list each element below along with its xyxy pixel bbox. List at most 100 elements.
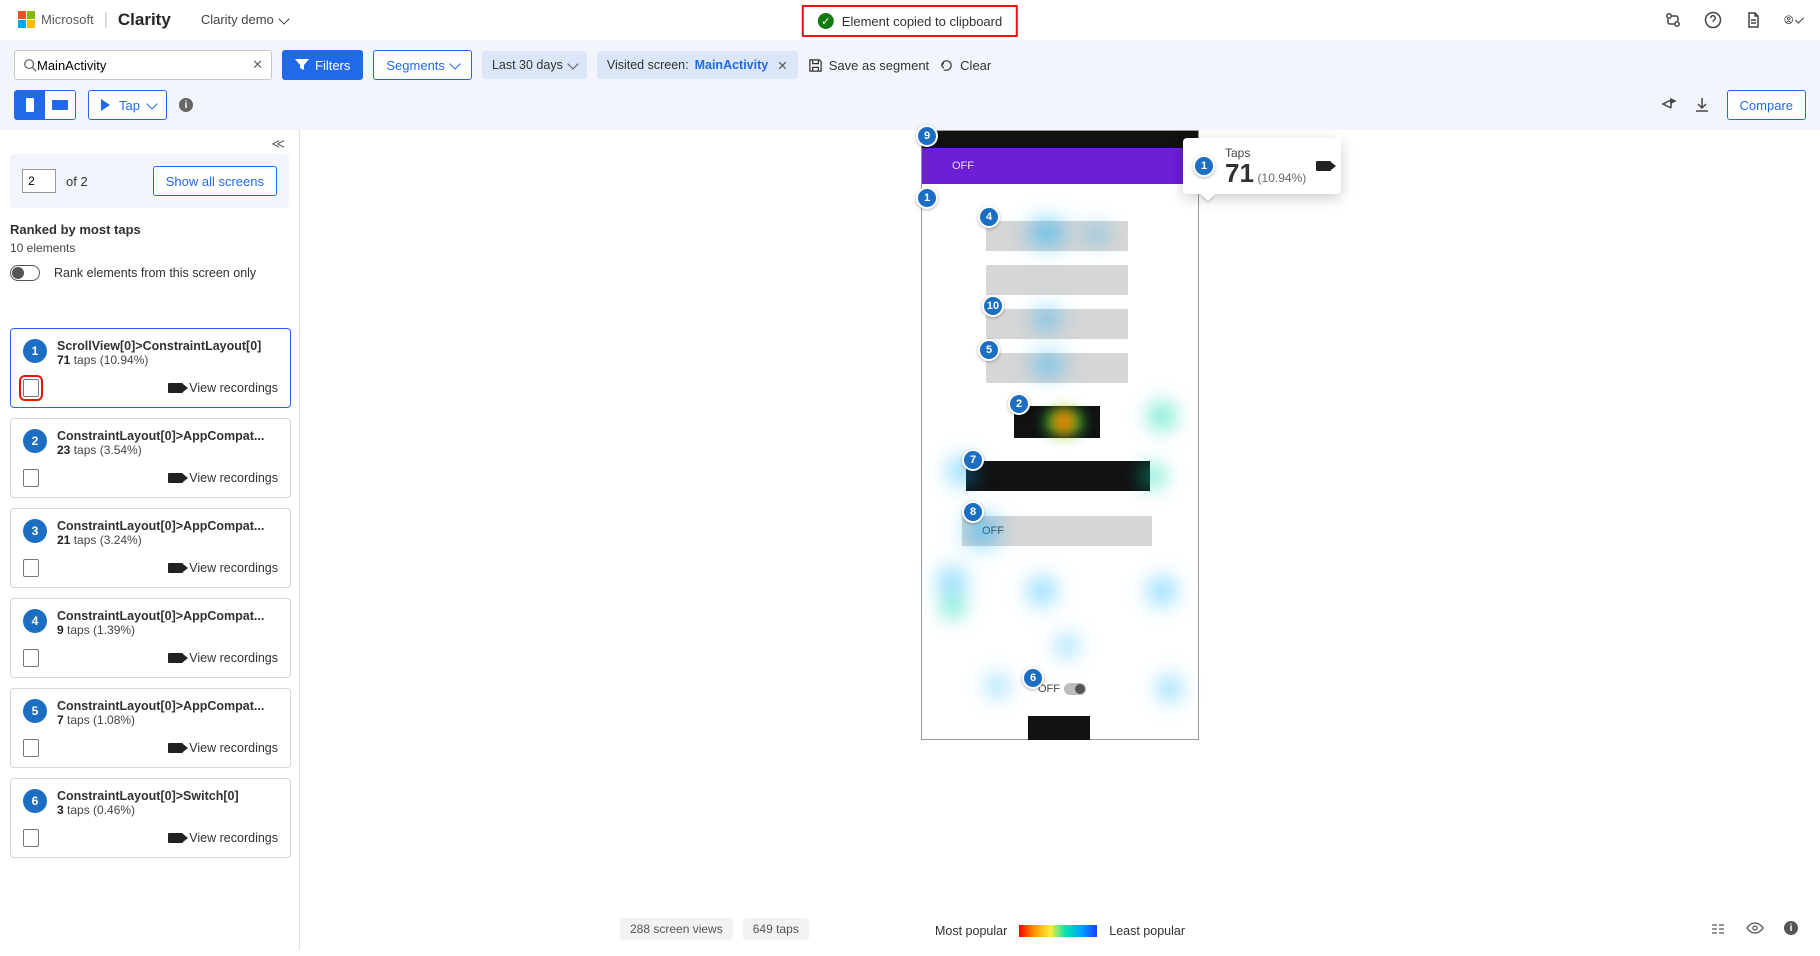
eye-icon[interactable] [1746,921,1764,940]
viewer-tools: i [1710,921,1798,940]
phone-statusbar [922,131,1198,148]
element-taps: 23 taps (3.54%) [57,443,278,457]
save-segment-button[interactable]: Save as segment [808,58,929,73]
ui-element [986,221,1128,251]
element-card[interactable]: 1 ScrollView[0]>ConstraintLayout[0] 71 t… [10,328,291,408]
download-icon[interactable] [1693,96,1711,114]
page-number-input[interactable] [22,169,56,193]
rank-toggle-label: Rank elements from this screen only [54,266,256,280]
rank-toggle[interactable] [10,265,40,281]
tool-bar: Tap i Compare [0,90,1820,130]
heatmap-marker[interactable]: 10 [982,295,1004,317]
show-all-screens-button[interactable]: Show all screens [153,166,277,196]
filter-icon [295,59,309,71]
project-name: Clarity demo [201,12,274,27]
info-icon[interactable]: i [1784,921,1798,935]
taps-pill: 649 taps [743,918,809,940]
clear-button[interactable]: Clear [939,58,991,73]
copy-icon[interactable] [23,739,39,757]
clear-search-icon[interactable]: ✕ [252,57,263,73]
view-recordings-button[interactable]: View recordings [168,651,278,665]
search-input-wrap[interactable]: ✕ [14,50,272,80]
user-menu[interactable] [1784,11,1802,29]
remove-chip-icon[interactable]: ✕ [777,58,787,73]
project-selector[interactable]: Clarity demo [201,12,288,27]
ui-element [986,309,1128,339]
play-icon [99,98,111,112]
screen-views-pill: 288 screen views [620,918,733,940]
copy-icon[interactable] [23,829,39,847]
search-icon [23,58,37,72]
collapse-sidebar-icon[interactable]: ≪ [271,136,285,152]
heatmap-marker[interactable]: 6 [1022,667,1044,689]
element-title: ConstraintLayout[0]>AppCompat... [57,609,278,623]
element-title: ScrollView[0]>ConstraintLayout[0] [57,339,278,353]
chevron-down-icon [278,13,289,24]
view-recordings-button[interactable]: View recordings [168,381,278,395]
element-title: ConstraintLayout[0]>Switch[0] [57,789,278,803]
rank-bubble: 1 [23,339,47,363]
device-landscape[interactable] [45,91,75,119]
brand-clarity: Clarity [118,10,171,30]
ranked-title: Ranked by most taps [10,222,289,237]
element-card[interactable]: 6 ConstraintLayout[0]>Switch[0] 3 taps (… [10,778,291,858]
ui-element [966,461,1150,491]
video-icon [168,383,183,393]
element-card[interactable]: 5 ConstraintLayout[0]>AppCompat... 7 tap… [10,688,291,768]
layout-icon[interactable] [1710,921,1726,940]
video-icon[interactable] [1316,161,1331,171]
undo-icon [939,58,954,73]
view-recordings-button[interactable]: View recordings [168,831,278,845]
device-frame: OFF OFF OFF [921,130,1199,740]
search-input[interactable] [37,58,252,73]
document-icon[interactable] [1744,11,1762,29]
legend-most: Most popular [935,924,1007,938]
ui-element [986,353,1128,383]
element-taps: 21 taps (3.24%) [57,533,278,547]
developer-icon[interactable] [1664,11,1682,29]
element-card[interactable]: 3 ConstraintLayout[0]>AppCompat... 21 ta… [10,508,291,588]
copy-icon[interactable] [23,379,39,397]
segments-button[interactable]: Segments [373,50,472,80]
page-of-label: of 2 [66,174,88,189]
tap-popup: 1 Taps 71 (10.94%) [1183,138,1341,194]
element-list[interactable]: 1 ScrollView[0]>ConstraintLayout[0] 71 t… [10,328,295,950]
heatmap-marker[interactable]: 8 [962,501,984,523]
element-taps: 9 taps (1.39%) [57,623,278,637]
element-title: ConstraintLayout[0]>AppCompat... [57,699,278,713]
legend-least: Least popular [1109,924,1185,938]
compare-button[interactable]: Compare [1727,90,1806,120]
view-recordings-button[interactable]: View recordings [168,741,278,755]
heatmap-marker[interactable]: 5 [978,339,1000,361]
visited-screen-chip[interactable]: Visited screen: MainActivity ✕ [597,51,798,79]
header-actions [1664,11,1802,29]
info-icon[interactable]: i [179,98,193,112]
video-icon [168,473,183,483]
heatmap-marker[interactable]: 7 [962,449,984,471]
video-icon [168,743,183,753]
ui-element [1028,716,1090,740]
toast-copied: ✓ Element copied to clipboard [802,5,1018,37]
element-card[interactable]: 2 ConstraintLayout[0]>AppCompat... 23 ta… [10,418,291,498]
device-portrait[interactable] [15,91,45,119]
toast-text: Element copied to clipboard [842,14,1002,29]
heatmap-marker[interactable]: 2 [1008,393,1030,415]
copy-icon[interactable] [23,559,39,577]
tap-dropdown[interactable]: Tap [88,90,167,120]
filters-button[interactable]: Filters [282,50,363,80]
switch-off [1064,683,1086,695]
view-recordings-button[interactable]: View recordings [168,471,278,485]
share-icon[interactable] [1659,96,1677,114]
phone-banner: OFF [922,148,1198,184]
copy-icon[interactable] [23,649,39,667]
heatmap-marker[interactable]: 9 [916,125,938,147]
device-toggle [14,90,76,120]
heatmap-marker[interactable]: 1 [916,187,938,209]
heatmap-marker[interactable]: 4 [978,206,1000,228]
date-chip[interactable]: Last 30 days [482,51,587,79]
help-icon[interactable] [1704,11,1722,29]
view-recordings-button[interactable]: View recordings [168,561,278,575]
copy-icon[interactable] [23,469,39,487]
element-card[interactable]: 4 ConstraintLayout[0]>AppCompat... 9 tap… [10,598,291,678]
legend-gradient [1019,925,1097,937]
